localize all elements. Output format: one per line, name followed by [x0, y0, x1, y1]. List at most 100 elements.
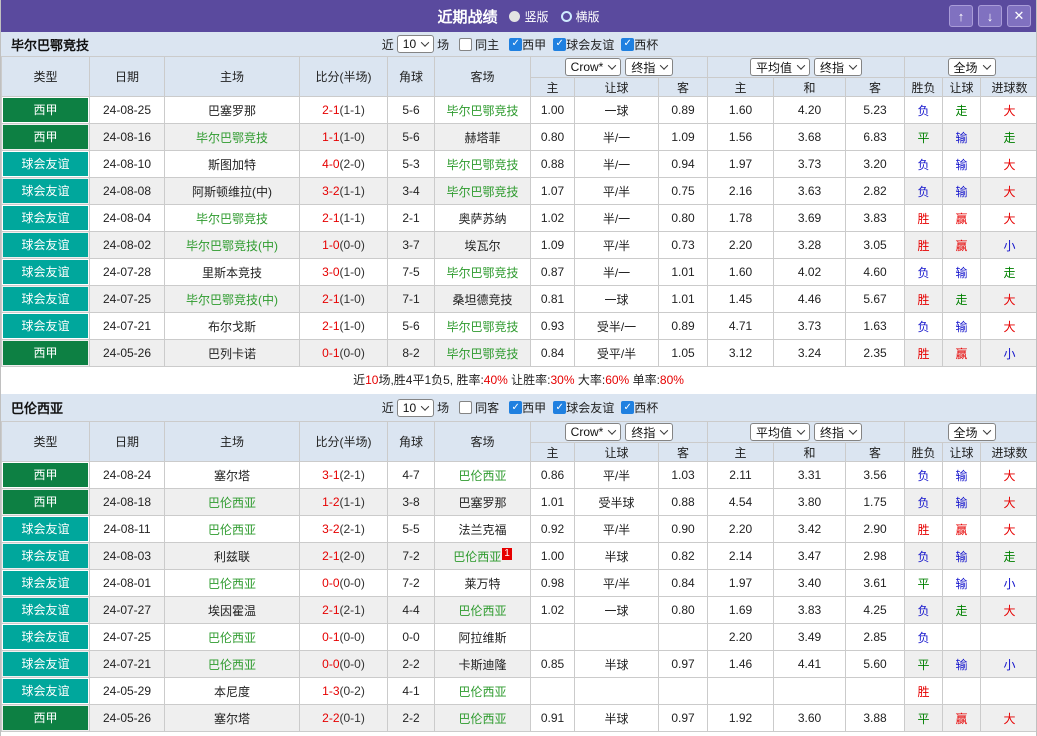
home-team: 毕尔巴鄂竞技 — [164, 204, 300, 232]
match-date: 24-07-27 — [89, 596, 165, 624]
recent-results-panel: 近期战绩 竖版 横版 ↑ ↓ ✕ 毕尔巴鄂竞技 近 10 场 同主 西甲 — [0, 0, 1037, 736]
league-friendly-checkbox[interactable] — [553, 37, 567, 51]
match-count-select[interactable]: 10 — [396, 398, 435, 417]
avg-draw: 3.42 — [773, 515, 846, 543]
home-team: 埃因霍温 — [164, 596, 300, 624]
league-type-badge: 球会友谊 — [1, 677, 90, 705]
odds-line: 半/一 — [574, 258, 659, 286]
corner-score: 0-0 — [387, 623, 435, 651]
home-team: 巴伦西亚 — [164, 623, 300, 651]
match-row: 球会友谊 24-08-01 巴伦西亚 0-0(0-0) 7-2 莱万特 0.98 平/半 0.8… — [1, 569, 1036, 597]
avg-draw: 3.24 — [773, 339, 846, 367]
layout-radio-vertical[interactable]: 竖版 — [509, 8, 549, 25]
avg-draw: 3.60 — [773, 704, 846, 732]
result-wdl: 平 — [904, 569, 944, 597]
avg-source-select[interactable]: 平均值 — [749, 58, 810, 76]
match-row: 球会友谊 24-08-08 阿斯顿维拉(中) 3-2(1-1) 3-4 毕尔巴鄂竞技 1.0… — [1, 177, 1036, 205]
away-team: 莱万特 — [434, 569, 531, 597]
layout-radio-horizontal[interactable]: 横版 — [560, 8, 600, 25]
odds-away: 0.97 — [658, 704, 708, 732]
result-handicap: 赢 — [942, 231, 982, 259]
same-home-checkbox[interactable] — [459, 37, 473, 51]
move-up-button[interactable]: ↑ — [949, 5, 973, 27]
match-score: 3-1(2-1) — [299, 461, 388, 489]
away-team: 巴伦西亚 — [434, 461, 531, 489]
result-wdl: 胜 — [904, 677, 944, 705]
chevron-down-icon — [660, 426, 669, 435]
corner-score: 5-6 — [387, 123, 435, 151]
col-home: 主场 — [164, 421, 300, 462]
league-liga-checkbox[interactable] — [509, 37, 523, 51]
match-score: 2-1(1-0) — [299, 312, 388, 340]
odds-home: 1.07 — [530, 177, 575, 205]
match-row: 西甲 24-05-26 塞尔塔 2-2(0-1) 2-2 巴伦西亚 0.91 半球 0.97 1.… — [1, 704, 1036, 732]
match-score: 1-1(1-0) — [299, 123, 388, 151]
away-team: 阿拉维斯 — [434, 623, 531, 651]
match-score: 2-1(2-0) — [299, 542, 388, 570]
move-down-button[interactable]: ↓ — [978, 5, 1002, 27]
league-cup-checkbox[interactable] — [621, 401, 635, 414]
odds-source-select[interactable]: Crow* — [564, 58, 622, 76]
col-away: 客场 — [434, 421, 531, 462]
close-button[interactable]: ✕ — [1007, 5, 1031, 27]
corner-score: 7-5 — [387, 258, 435, 286]
avg-home: 2.20 — [707, 623, 774, 651]
avg-away: 1.63 — [844, 312, 906, 340]
avg-draw: 3.68 — [773, 123, 846, 151]
away-team: 奥萨苏纳 — [434, 204, 531, 232]
result-goals: 走 — [980, 258, 1036, 286]
match-date: 24-07-21 — [89, 650, 165, 678]
avg-group-header: 平均值 终指 — [706, 56, 906, 78]
chevron-down-icon — [796, 61, 806, 70]
sub-avg-home: 主 — [707, 442, 774, 462]
league-type-badge: 球会友谊 — [1, 150, 90, 178]
col-score: 比分(半场) — [299, 56, 388, 97]
odds-time-select[interactable]: 终指 — [625, 58, 674, 76]
matches-table-1: 类型 日期 主场 比分(半场) 角球 客场 Crow* 终指 平均值 终指 全场… — [1, 56, 1036, 367]
league-type-badge: 球会友谊 — [1, 515, 90, 543]
corner-score: 5-6 — [387, 312, 435, 340]
league-cup-checkbox[interactable] — [621, 37, 635, 51]
odds-away: 0.97 — [658, 650, 708, 678]
odds-away: 0.88 — [658, 488, 708, 516]
odds-home: 0.91 — [530, 704, 575, 732]
odds-time-select[interactable]: 终指 — [625, 423, 674, 441]
result-wdl: 胜 — [904, 515, 944, 543]
match-score: 0-1(0-0) — [299, 623, 388, 651]
games-label: 场 — [437, 37, 450, 52]
league-liga-checkbox[interactable] — [509, 401, 523, 414]
odds-line: 半/一 — [574, 150, 659, 178]
fulltime-select[interactable]: 全场 — [947, 423, 996, 441]
result-handicap: 赢 — [942, 204, 982, 232]
result-handicap: 走 — [942, 596, 982, 624]
league-type-badge: 西甲 — [1, 704, 90, 732]
away-team: 赫塔菲 — [434, 123, 531, 151]
corner-score: 4-1 — [387, 677, 435, 705]
avg-away: 5.23 — [844, 96, 906, 124]
result-handicap: 输 — [942, 542, 982, 570]
match-score: 0-0(0-0) — [299, 650, 388, 678]
result-handicap: 走 — [942, 285, 982, 313]
odds-source-select[interactable]: Crow* — [564, 423, 622, 441]
away-team: 巴塞罗那 — [434, 488, 531, 516]
match-date: 24-08-03 — [89, 542, 165, 570]
chevron-down-icon — [848, 61, 858, 70]
match-score: 1-0(0-0) — [299, 231, 388, 259]
league-type-badge: 球会友谊 — [1, 569, 90, 597]
sub-odds-home: 主 — [530, 77, 575, 97]
result-handicap: 输 — [942, 488, 982, 516]
fulltime-select[interactable]: 全场 — [947, 58, 996, 76]
home-team: 塞尔塔 — [164, 461, 300, 489]
league-friendly-checkbox[interactable] — [553, 401, 567, 414]
odds-home — [530, 677, 575, 705]
result-wdl: 负 — [904, 596, 944, 624]
avg-source-select[interactable]: 平均值 — [749, 423, 810, 441]
same-away-checkbox[interactable] — [459, 401, 473, 414]
odds-away: 0.89 — [658, 96, 708, 124]
avg-time-select[interactable]: 终指 — [814, 423, 863, 441]
avg-home: 4.71 — [707, 312, 774, 340]
avg-time-select[interactable]: 终指 — [814, 58, 863, 76]
avg-home: 1.45 — [707, 285, 774, 313]
match-date: 24-08-25 — [89, 96, 165, 124]
match-count-select[interactable]: 10 — [396, 35, 435, 53]
